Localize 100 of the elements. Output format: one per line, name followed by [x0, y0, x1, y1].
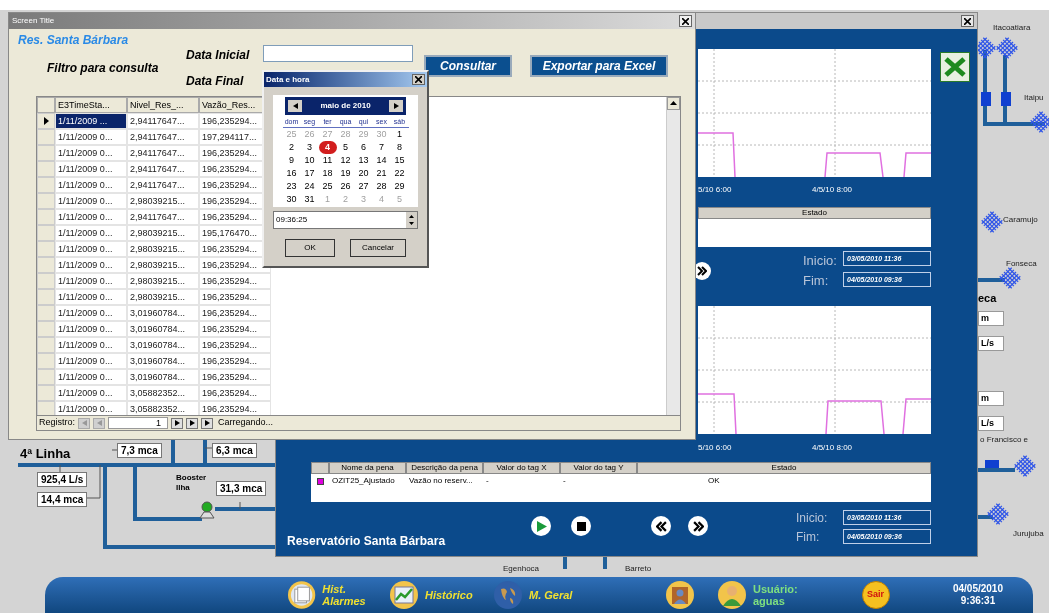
previous-record-button[interactable] [93, 417, 105, 429]
scroll-up-icon [667, 97, 680, 110]
calendar-day[interactable]: 16 [282, 167, 301, 180]
month-title: maio de 2010 [320, 100, 371, 112]
scrollbar[interactable] [666, 97, 680, 415]
calendar-day[interactable]: 20 [354, 167, 373, 180]
close-button[interactable] [961, 15, 974, 27]
reading-value: 7,3 mca [117, 443, 162, 458]
cancel-button[interactable]: Cancelar [350, 239, 406, 257]
query-button[interactable]: Consultar [424, 55, 512, 77]
table-cell: 2,98039215... [127, 273, 199, 289]
calendar-day[interactable]: 19 [336, 167, 355, 180]
calendar-day[interactable]: 14 [372, 154, 391, 167]
stop-button[interactable] [571, 516, 591, 536]
table-cell: 1/11/2009 0... [55, 145, 127, 161]
table-cell-text: OZIT25_Ajustado [331, 475, 396, 487]
next-month-button[interactable] [389, 100, 403, 112]
unit-field: m [978, 391, 1004, 406]
table-cell: 2,94117647... [127, 129, 199, 145]
taskbar-button[interactable]: M. Geral [493, 580, 585, 610]
calendar-day[interactable]: 6 [354, 141, 373, 154]
calendar-day[interactable]: 25 [318, 180, 337, 193]
triangle-right-icon [174, 420, 180, 426]
table-cell: 2,98039215... [127, 241, 199, 257]
station-label: o Francisco e [980, 434, 1029, 446]
double-chevron-icon [697, 266, 707, 276]
next-record-button[interactable] [171, 417, 183, 429]
close-button[interactable] [412, 74, 425, 85]
calendar-day[interactable]: 30 [282, 193, 301, 206]
line-title: 4ª Linha [20, 445, 71, 463]
user-button[interactable]: Usuário: aguas [717, 580, 798, 610]
record-field[interactable]: 1 [108, 417, 168, 429]
axis-label: 5/10 6:00 [698, 442, 732, 454]
axis-label: 4/5/10 8:00 [812, 442, 853, 454]
last-record-button[interactable] [186, 417, 198, 429]
calendar-day[interactable]: 26 [336, 180, 355, 193]
date-input[interactable] [263, 45, 413, 62]
table-cell: 2,94117647... [127, 209, 199, 225]
new-record-button[interactable] [201, 417, 213, 429]
export-button[interactable]: Exportar para Excel [530, 55, 668, 77]
calendar-day[interactable]: 10 [300, 154, 319, 167]
table-cell: 2,98039215... [127, 257, 199, 273]
calendar-day[interactable]: 11 [318, 154, 337, 167]
table-cell: 1/11/2009 0... [55, 225, 127, 241]
spreadsheet-icon [940, 52, 970, 82]
calendar-day[interactable]: 12 [336, 154, 355, 167]
calendar-day[interactable]: 8 [390, 141, 409, 154]
calendar-day[interactable]: 27 [354, 180, 373, 193]
play-button[interactable] [531, 516, 551, 536]
calendar-day[interactable]: 31 [300, 193, 319, 206]
taskbar-button[interactable]: Histórico [389, 580, 481, 610]
stop-icon [576, 521, 586, 531]
table-cell: 1/11/2009 0... [55, 129, 127, 145]
forward-button[interactable] [688, 516, 708, 536]
calendar-day[interactable]: 18 [318, 167, 337, 180]
double-chevron-icon [655, 520, 667, 532]
start-label: Inicio: [803, 252, 837, 270]
calendar-day[interactable]: 3 [300, 141, 319, 154]
calendar-day[interactable]: 9 [282, 154, 301, 167]
column-header: Nivel_Res_... [127, 97, 199, 113]
calendar-day[interactable]: 17 [300, 167, 319, 180]
table-cell: 3,01960784... [127, 321, 199, 337]
column-header: Valor do tag Y [560, 462, 637, 474]
first-record-button[interactable] [78, 417, 90, 429]
window-heading: Reservatório Santa Bárbara [287, 533, 446, 550]
table-cell: 1/11/2009 0... [55, 369, 127, 385]
rewind-button[interactable] [651, 516, 671, 536]
ok-button[interactable]: OK [285, 239, 335, 257]
calendar-day[interactable]: 23 [282, 180, 301, 193]
header-cell [311, 462, 329, 474]
window-title: Screen Title [12, 15, 55, 27]
triangle-right-icon [189, 420, 195, 426]
table-cell: 1/11/2009 0... [55, 193, 127, 209]
table-cell: 3,01960784... [127, 337, 199, 353]
unit-field: m [978, 311, 1004, 326]
calendar-day[interactable]: 15 [390, 154, 409, 167]
calendar-day[interactable]: 7 [372, 141, 391, 154]
calendar-day[interactable]: 24 [300, 180, 319, 193]
previous-month-button[interactable] [288, 100, 302, 112]
table-cell: 2,98039215... [127, 289, 199, 305]
calendar-day[interactable]: 2 [282, 141, 301, 154]
calendar-day[interactable]: 5 [336, 141, 355, 154]
status-text: Carregando... [218, 416, 274, 430]
calendar-day[interactable]: 21 [372, 167, 391, 180]
calendar-day[interactable]: 22 [390, 167, 409, 180]
calendar-day[interactable]: 13 [354, 154, 373, 167]
table-cell: 196,235294... [199, 385, 271, 401]
date-text: 04/05/2010 [952, 583, 1003, 595]
calendar-day[interactable]: 4 [318, 141, 337, 154]
taskbar-button[interactable]: Hist. Alarmes [287, 580, 371, 610]
close-button[interactable] [679, 15, 692, 27]
reading-value: 925,4 L/s [37, 472, 88, 487]
calendar-day[interactable]: 1 [390, 128, 409, 141]
time-field[interactable]: 09:36:25 [273, 211, 418, 229]
triangle-left-icon [96, 420, 102, 426]
table-cell-text: - [562, 475, 567, 487]
calendar-day[interactable]: 28 [372, 180, 391, 193]
row-indicator[interactable] [37, 113, 55, 129]
calendar-day[interactable]: 29 [390, 180, 409, 193]
table-cell: 3,05882352... [127, 385, 199, 401]
